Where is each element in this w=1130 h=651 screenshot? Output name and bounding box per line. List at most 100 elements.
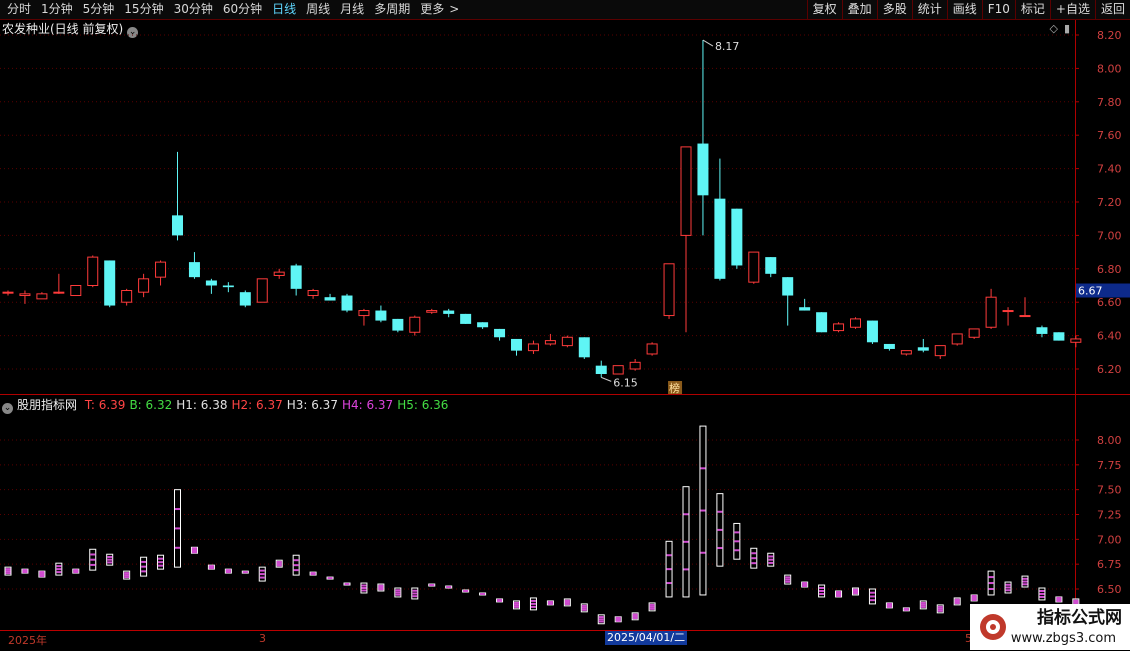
candle-body <box>697 143 709 196</box>
candle-body <box>1053 332 1065 341</box>
candle-body <box>968 328 980 338</box>
candle-body <box>1036 327 1048 334</box>
price-tick-label: 6.60 <box>1097 296 1122 309</box>
indicator-tick-label: 7.00 <box>1097 533 1122 546</box>
candle-body <box>917 347 929 351</box>
candle-body <box>1070 338 1082 343</box>
candle-body <box>866 320 878 343</box>
indicator-tick-label: 7.75 <box>1097 459 1122 472</box>
kline-chart[interactable]: 8.20 8.00 7.80 7.60 7.40 7.20 7.00 6.80 6.60 6.40… <box>0 0 1130 650</box>
candle-body <box>104 260 116 306</box>
candle-body <box>324 297 336 301</box>
candle-body <box>527 343 539 352</box>
candle-body <box>934 345 946 357</box>
candle-body <box>477 322 489 328</box>
indicator-marker <box>310 572 316 576</box>
indicator-marker <box>446 586 452 589</box>
candle-body <box>1002 310 1014 313</box>
candle-body <box>19 293 31 297</box>
indicator-marker <box>802 582 808 588</box>
candle-body <box>121 290 133 303</box>
indicator-tick-label: 7.50 <box>1097 484 1122 497</box>
candle-body <box>748 251 760 283</box>
price-tick-label: 7.80 <box>1097 96 1122 109</box>
candle-body <box>714 198 726 279</box>
candle-body <box>595 365 607 375</box>
price-tick-label: 6.40 <box>1097 330 1122 343</box>
indicator-marker <box>547 600 553 605</box>
candle-body <box>494 328 506 338</box>
price-tick-label: 7.20 <box>1097 196 1122 209</box>
indicator-marker <box>836 590 842 597</box>
indicator-marker <box>886 602 892 608</box>
candle-body <box>1019 315 1031 318</box>
high-pointer <box>702 39 714 47</box>
candle-body <box>290 265 302 289</box>
candle-body <box>138 278 150 293</box>
low-label: 6.15 <box>613 376 638 389</box>
high-label: 8.17 <box>715 40 740 53</box>
watermark: 指标公式网 www.zbgs3.com <box>970 604 1130 650</box>
candle-body <box>765 257 777 274</box>
indicator-marker <box>615 616 621 622</box>
indicator-marker <box>242 571 248 574</box>
date-label-month: 3 <box>259 632 266 645</box>
candle-body <box>36 293 48 300</box>
current-price-label: 6.67 <box>1078 285 1103 298</box>
candle-body <box>307 290 319 297</box>
indicator-marker <box>191 547 197 554</box>
candle-body <box>2 291 14 294</box>
candle-body <box>273 271 285 276</box>
candle-body <box>409 316 421 333</box>
candle-body <box>443 310 455 314</box>
candle-body <box>375 310 387 321</box>
candle-body <box>731 208 743 266</box>
candle-body <box>70 285 82 297</box>
candle-body <box>782 277 794 296</box>
candle-body <box>460 313 472 324</box>
indicator-marker <box>39 571 45 578</box>
indicator-marker <box>497 598 503 602</box>
candle-body <box>205 280 217 286</box>
indicator-marker <box>429 584 435 587</box>
candle-body <box>561 336 573 347</box>
watermark-url: www.zbgs3.com <box>1010 631 1116 646</box>
candle-body <box>341 295 353 311</box>
selected-date: 2025/04/01/二 <box>605 631 688 645</box>
indicator-marker <box>971 594 977 601</box>
candle-body <box>850 318 861 328</box>
indicator-marker <box>903 607 909 611</box>
candle-body <box>985 296 997 328</box>
date-label-start: 2025年 <box>8 634 47 647</box>
price-tick-label: 6.20 <box>1097 363 1122 376</box>
candle-body <box>578 337 590 358</box>
date-axis <box>0 630 1075 651</box>
watermark-title: 指标公式网 <box>1037 608 1122 628</box>
candle-body <box>53 291 65 294</box>
candle-body <box>358 310 370 317</box>
candle-body <box>629 361 641 370</box>
price-tick-label: 7.00 <box>1097 229 1122 242</box>
candle-body <box>799 307 811 311</box>
candle-body <box>883 343 895 349</box>
low-pointer <box>601 376 612 382</box>
candle-body <box>612 365 624 375</box>
candle-body <box>256 278 268 303</box>
indicator-marker <box>344 583 350 586</box>
indicator-tick-label: 6.75 <box>1097 558 1122 571</box>
price-tick-label: 6.80 <box>1097 263 1122 276</box>
candle-body <box>951 333 963 345</box>
price-tick-label: 7.40 <box>1097 163 1122 176</box>
indicator-marker <box>22 569 28 574</box>
indicator-marker <box>73 569 79 574</box>
indicator-marker <box>225 569 231 574</box>
candle-body <box>172 215 183 236</box>
candle-body <box>816 312 828 333</box>
candle-body <box>188 262 200 278</box>
price-tick-label: 7.60 <box>1097 129 1122 142</box>
indicator-marker <box>208 565 214 570</box>
list-badge-label: 榜 <box>669 381 680 395</box>
price-tick-label: 8.00 <box>1097 62 1122 75</box>
candle-body <box>900 350 912 355</box>
indicator-marker <box>327 577 333 580</box>
